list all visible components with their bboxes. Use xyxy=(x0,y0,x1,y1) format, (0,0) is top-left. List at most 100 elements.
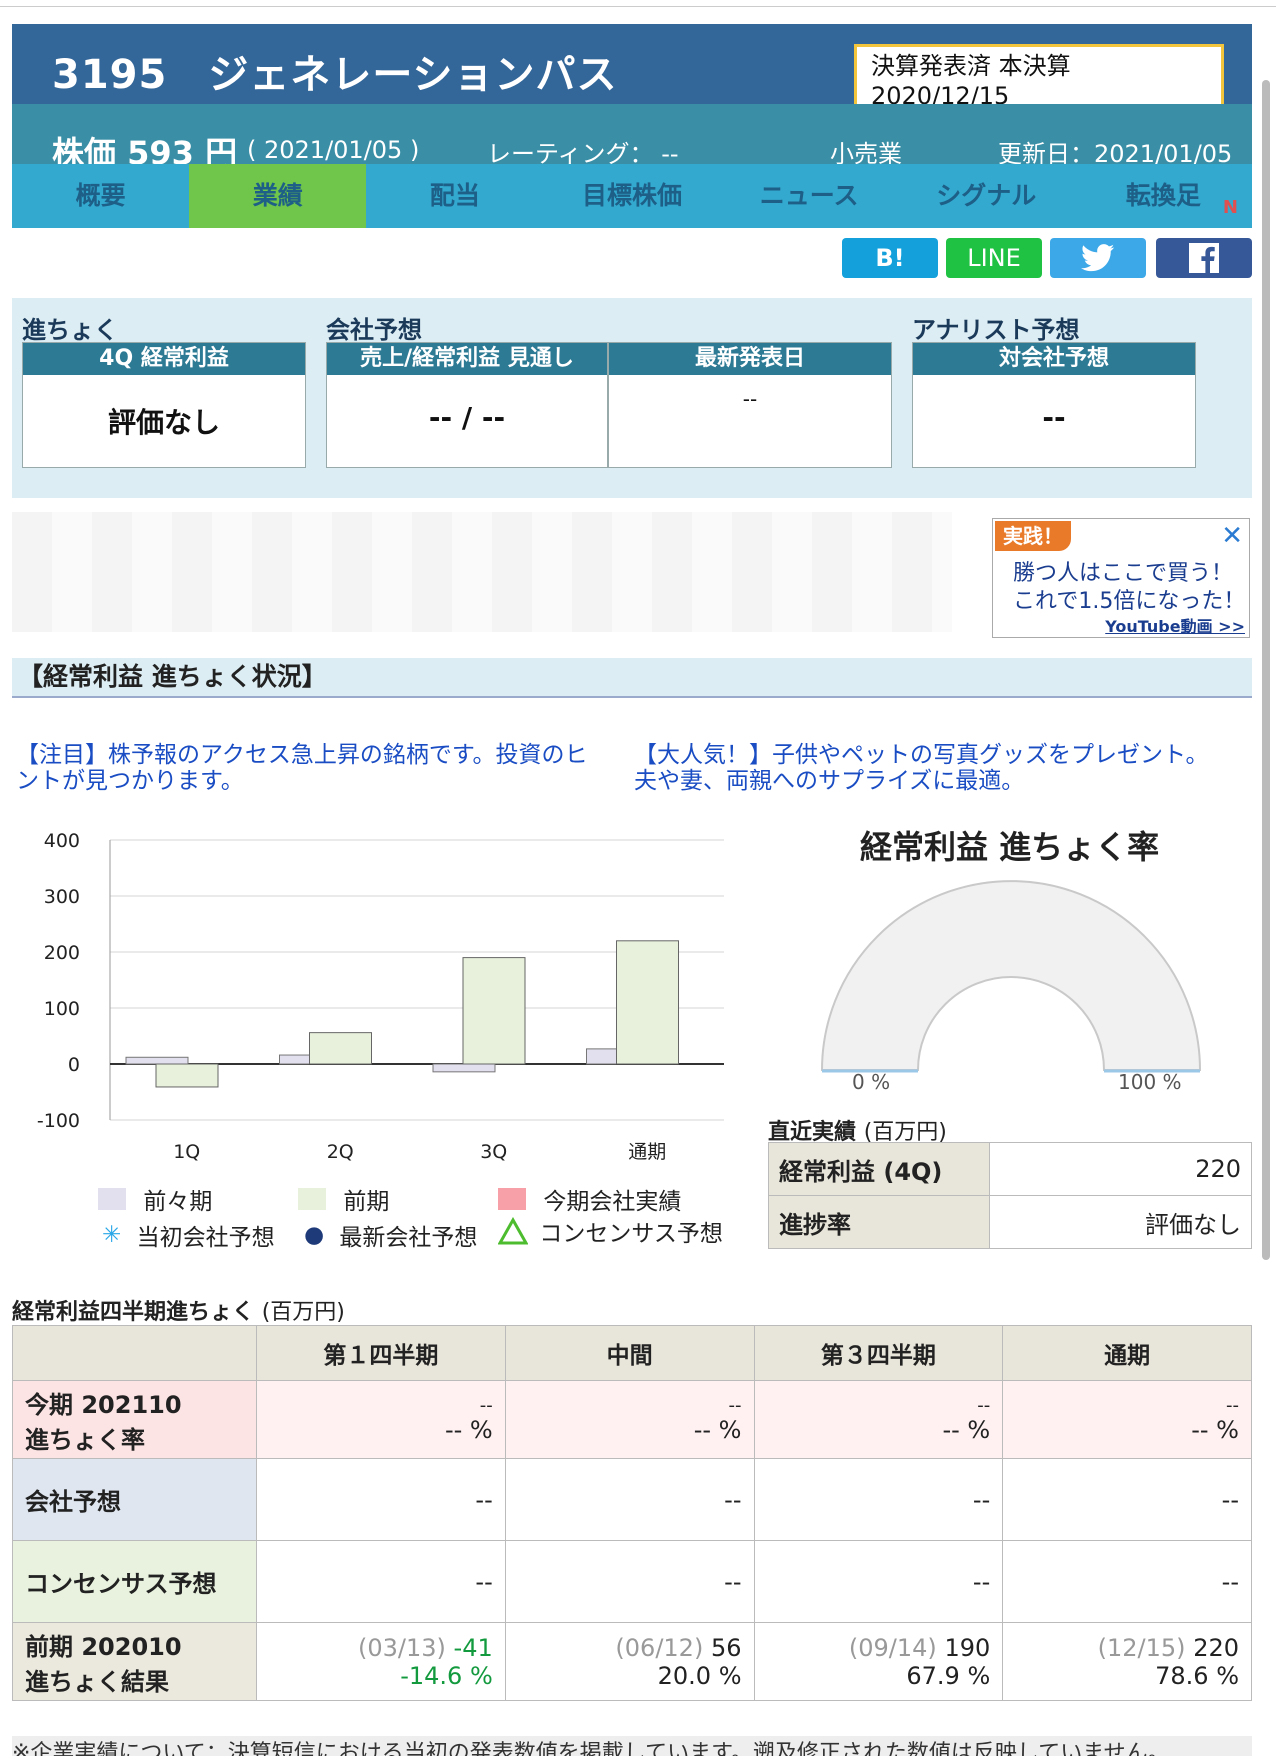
bar-zenzenki xyxy=(125,1056,189,1065)
table-row: 今期 202110 進ちょく率 -- -- % -- -- % -- -- % -- -… xyxy=(12,1380,1252,1459)
twitter-icon xyxy=(1081,244,1115,272)
promo-left-line1: 【注目】株予報のアクセス急上昇の銘柄です。投資のヒ xyxy=(16,742,588,768)
legend-zenki-label: 前期 xyxy=(343,1189,390,1215)
cell-current-half-top: -- xyxy=(728,1395,742,1416)
row-previous-label: 前期 202010 進ちょく結果 xyxy=(12,1622,257,1701)
stock-title: 3195 ジェネレーションパス xyxy=(52,52,618,98)
cell-previous-q3-pct: 67.9 % xyxy=(906,1661,991,1690)
facebook-share-button[interactable] xyxy=(1156,238,1252,278)
earnings-status-box: 決算発表済 本決算 2020/12/15 xyxy=(854,44,1224,110)
quarter-header-q3: 第３四半期 xyxy=(753,1325,1004,1381)
table-row: 経常利益 (4Q) 220 xyxy=(768,1142,1252,1196)
close-icon[interactable]: ✕ xyxy=(1221,521,1243,551)
progress-label: 進ちょく xyxy=(22,316,118,344)
legend-zenzenki: 前々期 xyxy=(98,1182,212,1216)
cell-previous-half-date: (06/12) xyxy=(615,1633,704,1662)
twitter-share-button[interactable] xyxy=(1050,238,1146,278)
cell-current-q1: -- -- % xyxy=(256,1380,506,1459)
ad-box[interactable]: 実践！ ✕ 勝つ人はここで買う！ これで1.5倍になった！ YouTube動画 … xyxy=(992,518,1250,638)
promo-left[interactable]: 【注目】株予報のアクセス急上昇の銘柄です。投資のヒ ントが見つかります。 xyxy=(16,742,588,794)
cell-previous-half-value: 56 xyxy=(710,1633,742,1662)
progress-gauge xyxy=(820,880,1202,1073)
box-outlook: 売上/経常利益 見通し -- / -- xyxy=(326,342,608,468)
facebook-icon xyxy=(1189,243,1219,273)
profit-bar-chart: 400 300 200 100 0 -100 1Q 2Q 3Q 通期 xyxy=(37,830,724,1163)
ad-line2: これで1.5倍になった！ xyxy=(1013,589,1246,614)
footnote: ※企業実績について：決算短信における当初の発表数値を掲載しています。遡及修正され… xyxy=(12,1736,1252,1756)
cell-previous-full: (12/15) 220 78.6 % xyxy=(1002,1622,1252,1701)
table-row: コンセンサス予想 -- -- -- -- xyxy=(12,1540,1252,1623)
tab-tenkan[interactable]: 転換足 N xyxy=(1075,164,1252,228)
section-title: 【経常利益 進ちょく状況】 xyxy=(12,658,1252,698)
top-divider xyxy=(0,6,1276,7)
cell-company-full: -- xyxy=(1002,1458,1252,1541)
tab-results[interactable]: 業績 xyxy=(189,164,367,228)
tab-dividend[interactable]: 配当 xyxy=(366,164,543,228)
y-tick-label: 300 xyxy=(44,886,80,908)
bar-zenki xyxy=(462,957,526,1065)
quarter-header-blank xyxy=(12,1325,257,1381)
x-tick-label: 3Q xyxy=(480,1141,507,1163)
legend-saishin-label: 最新会社予想 xyxy=(339,1225,478,1251)
recent-row2-value: 評価なし xyxy=(989,1195,1252,1249)
quarter-title: 経常利益四半期進ちょく (百万円) xyxy=(12,1294,345,1326)
hatena-share-button[interactable]: B! xyxy=(842,238,938,278)
box-vs-company-value: -- xyxy=(1042,401,1066,434)
bar-zenki xyxy=(616,940,679,1065)
x-tick-label: 2Q xyxy=(327,1141,354,1163)
cell-current-full-pct: -- % xyxy=(1191,1416,1239,1444)
recent-row1-key: 経常利益 (4Q) xyxy=(768,1142,990,1196)
box-vs-company-head: 対会社予想 xyxy=(913,343,1195,375)
y-tick-label: 0 xyxy=(68,1054,80,1076)
cell-current-full-top: -- xyxy=(1226,1395,1239,1416)
gauge-title: 経常利益 進ちょく率 xyxy=(860,828,1160,866)
ad-tag: 実践！ xyxy=(995,521,1071,551)
cell-current-q1-top: -- xyxy=(479,1395,493,1416)
nav-tabs: 概要 業績 配当 目標株価 ニュース シグナル 転換足 N xyxy=(12,164,1252,228)
ad-youtube-link[interactable]: YouTube動画 >> xyxy=(1105,613,1245,637)
cell-current-q1-pct: -- % xyxy=(444,1416,493,1444)
legend-tosho: ✳ 当初会社予想 xyxy=(102,1218,275,1252)
tab-tenkan-label: 転換足 xyxy=(1125,181,1201,210)
gauge-max-label: 100 % xyxy=(1118,1070,1182,1094)
table-row: 進捗率 評価なし xyxy=(768,1195,1252,1249)
row-consensus-label: コンセンサス予想 xyxy=(12,1540,257,1623)
progress-panel: 進ちょく 会社予想 アナリスト予想 4Q 経常利益 評価なし 売上/経常利益 見… xyxy=(12,298,1252,498)
quarter-header-half: 中間 xyxy=(504,1325,755,1381)
dot-icon: ● xyxy=(304,1222,325,1248)
quarter-table: 第１四半期 中間 第３四半期 通期 今期 202110 進ちょく率 -- -- %… xyxy=(12,1325,1252,1701)
line-share-button[interactable]: LINE xyxy=(946,238,1042,278)
legend-swatch-zenki xyxy=(298,1188,326,1210)
tab-target-price[interactable]: 目標株価 xyxy=(543,164,720,228)
stock-header: 3195 ジェネレーションパス 決算発表済 本決算 2020/12/15 xyxy=(12,24,1252,110)
box-latest-date-head: 最新発表日 xyxy=(609,343,891,375)
bar-zenki xyxy=(155,1063,219,1088)
box-latest-date-value: -- xyxy=(742,387,758,411)
tab-overview[interactable]: 概要 xyxy=(12,164,189,228)
cell-current-half-pct: -- % xyxy=(693,1416,742,1444)
tab-signal[interactable]: シグナル xyxy=(898,164,1075,228)
earnings-status: 決算発表済 本決算 xyxy=(871,52,1071,80)
quarter-unit: (百万円) xyxy=(261,1300,345,1325)
cell-previous-half: (06/12) 56 20.0 % xyxy=(504,1622,755,1701)
cell-previous-q1-date: (03/13) xyxy=(358,1633,446,1662)
legend-zenki: 前期 xyxy=(298,1182,389,1216)
row-previous-label1: 前期 202010 xyxy=(25,1632,182,1661)
y-tick-label: 200 xyxy=(44,942,80,964)
legend-swatch-konki xyxy=(498,1188,526,1210)
legend-konki-label: 今期会社実績 xyxy=(543,1189,682,1215)
cell-current-full: -- -- % xyxy=(1002,1380,1252,1459)
box-4q-profit-value: 評価なし xyxy=(107,406,220,439)
row-current-label1: 今期 202110 xyxy=(25,1390,182,1419)
recent-table: 経常利益 (4Q) 220 進捗率 評価なし xyxy=(768,1142,1252,1249)
price-bar: 株価 593 円 ( 2021/01/05 ) レーティング： -- 小売業 更… xyxy=(12,104,1252,172)
cell-previous-q3-value: 190 xyxy=(944,1633,991,1662)
y-tick-label: -100 xyxy=(37,1110,80,1132)
promo-right[interactable]: 【大人気！】子供やペットの写真グッズをプレゼント。 夫や妻、両親へのサプライズに… xyxy=(634,742,1209,794)
cell-previous-half-pct: 20.0 % xyxy=(657,1661,742,1690)
ad-banner-placeholder[interactable] xyxy=(12,512,952,632)
box-4q-profit-head: 4Q 経常利益 xyxy=(23,343,305,375)
tab-news[interactable]: ニュース xyxy=(721,164,898,228)
scrollbar[interactable] xyxy=(1262,80,1270,1260)
analyst-forecast-label: アナリスト予想 xyxy=(912,316,1080,344)
